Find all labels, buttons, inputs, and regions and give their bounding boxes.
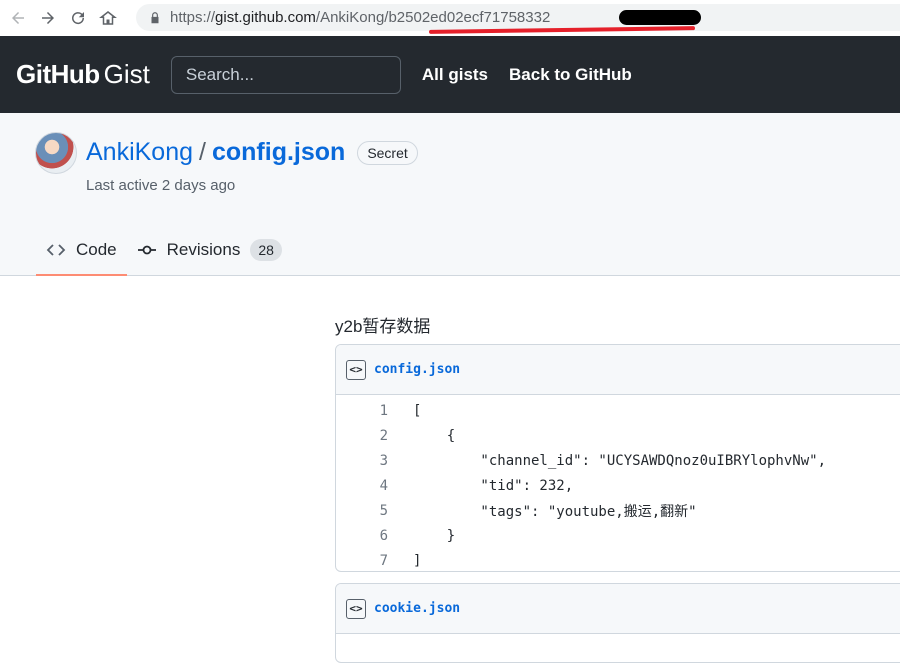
address-bar[interactable]: https://gist.github.com/AnkiKong/b2502ed… [136,4,900,34]
code-line: 6 } [336,523,900,548]
code-line: 4 "tid": 232, [336,473,900,498]
reload-icon[interactable] [65,5,91,31]
code-block: 1[ 2 { 3 "channel_id": "UCYSAWDQnoz0uIBR… [336,395,900,571]
back-to-github-link[interactable]: Back to GitHub [509,65,632,85]
file-box-config: <> config.json 1[ 2 { 3 "channel_id": "U… [335,344,900,572]
gist-header: AnkiKong / config.json Secret Last activ… [0,113,900,276]
browser-toolbar: https://gist.github.com/AnkiKong/b2502ed… [0,0,900,36]
file-box-cookie: <> cookie.json [335,583,900,663]
code-icon [46,240,66,260]
lock-icon [151,11,159,23]
line-number[interactable]: 2 [336,428,388,444]
line-number[interactable]: 4 [336,478,388,494]
gist-tabs: Code Revisions 28 [36,225,292,276]
gist-name-link[interactable]: config.json [212,138,345,167]
line-number[interactable]: 7 [336,553,388,569]
gist-logo[interactable]: GitHub Gist [16,59,150,90]
line-content: "channel_id": "UCYSAWDQnoz0uIBRYlophvNw"… [413,452,827,469]
url-text: https://gist.github.com/AnkiKong/b2502ed… [170,9,701,34]
file-code-icon: <> [346,359,366,380]
owner-link[interactable]: AnkiKong [86,138,193,167]
title-separator: / [199,138,206,166]
tab-revisions-label: Revisions [166,240,241,259]
line-number[interactable]: 5 [336,503,388,519]
line-content: "tags": "youtube,搬运,翻新" [413,503,697,520]
line-content: "tid": 232, [413,477,574,494]
redaction-mark [619,10,701,25]
line-content: { [413,427,456,444]
file-name-link[interactable]: cookie.json [374,601,460,616]
logo-github-text: GitHub [16,59,100,89]
tab-revisions[interactable]: Revisions 28 [127,225,292,275]
code-line: 2 { [336,423,900,448]
all-gists-link[interactable]: All gists [422,65,488,85]
annotation-underline [428,26,696,34]
back-icon[interactable] [5,5,31,31]
search-input[interactable] [170,55,401,94]
gist-description: y2b暂存数据 [335,317,431,336]
line-number[interactable]: 1 [336,403,388,419]
code-line: 7] [336,548,900,571]
tab-code[interactable]: Code [36,225,127,276]
code-line: 5 "tags": "youtube,搬运,翻新" [336,498,900,523]
code-line: 1[ [336,398,900,423]
file-header: <> config.json [336,345,900,395]
line-number[interactable]: 3 [336,453,388,469]
line-content: ] [413,552,422,569]
home-icon[interactable] [95,5,121,31]
code-line: 3 "channel_id": "UCYSAWDQnoz0uIBRYlophvN… [336,448,900,473]
line-content: } [413,527,456,544]
file-name-link[interactable]: config.json [374,362,460,377]
last-active-text: Last active 2 days ago [86,177,236,194]
file-header: <> cookie.json [336,584,900,634]
gist-title: AnkiKong / config.json Secret [86,138,418,167]
logo-gist-text: Gist [103,59,150,89]
line-content: [ [413,402,422,419]
file-code-icon: <> [346,598,366,619]
revisions-count-badge: 28 [250,239,282,261]
line-number[interactable]: 6 [336,528,388,544]
tab-code-label: Code [76,240,117,259]
commit-icon [137,240,157,260]
site-header: GitHub Gist All gists Back to GitHub [0,36,900,113]
secret-badge: Secret [357,140,418,165]
avatar[interactable] [35,132,77,174]
forward-icon[interactable] [35,5,61,31]
